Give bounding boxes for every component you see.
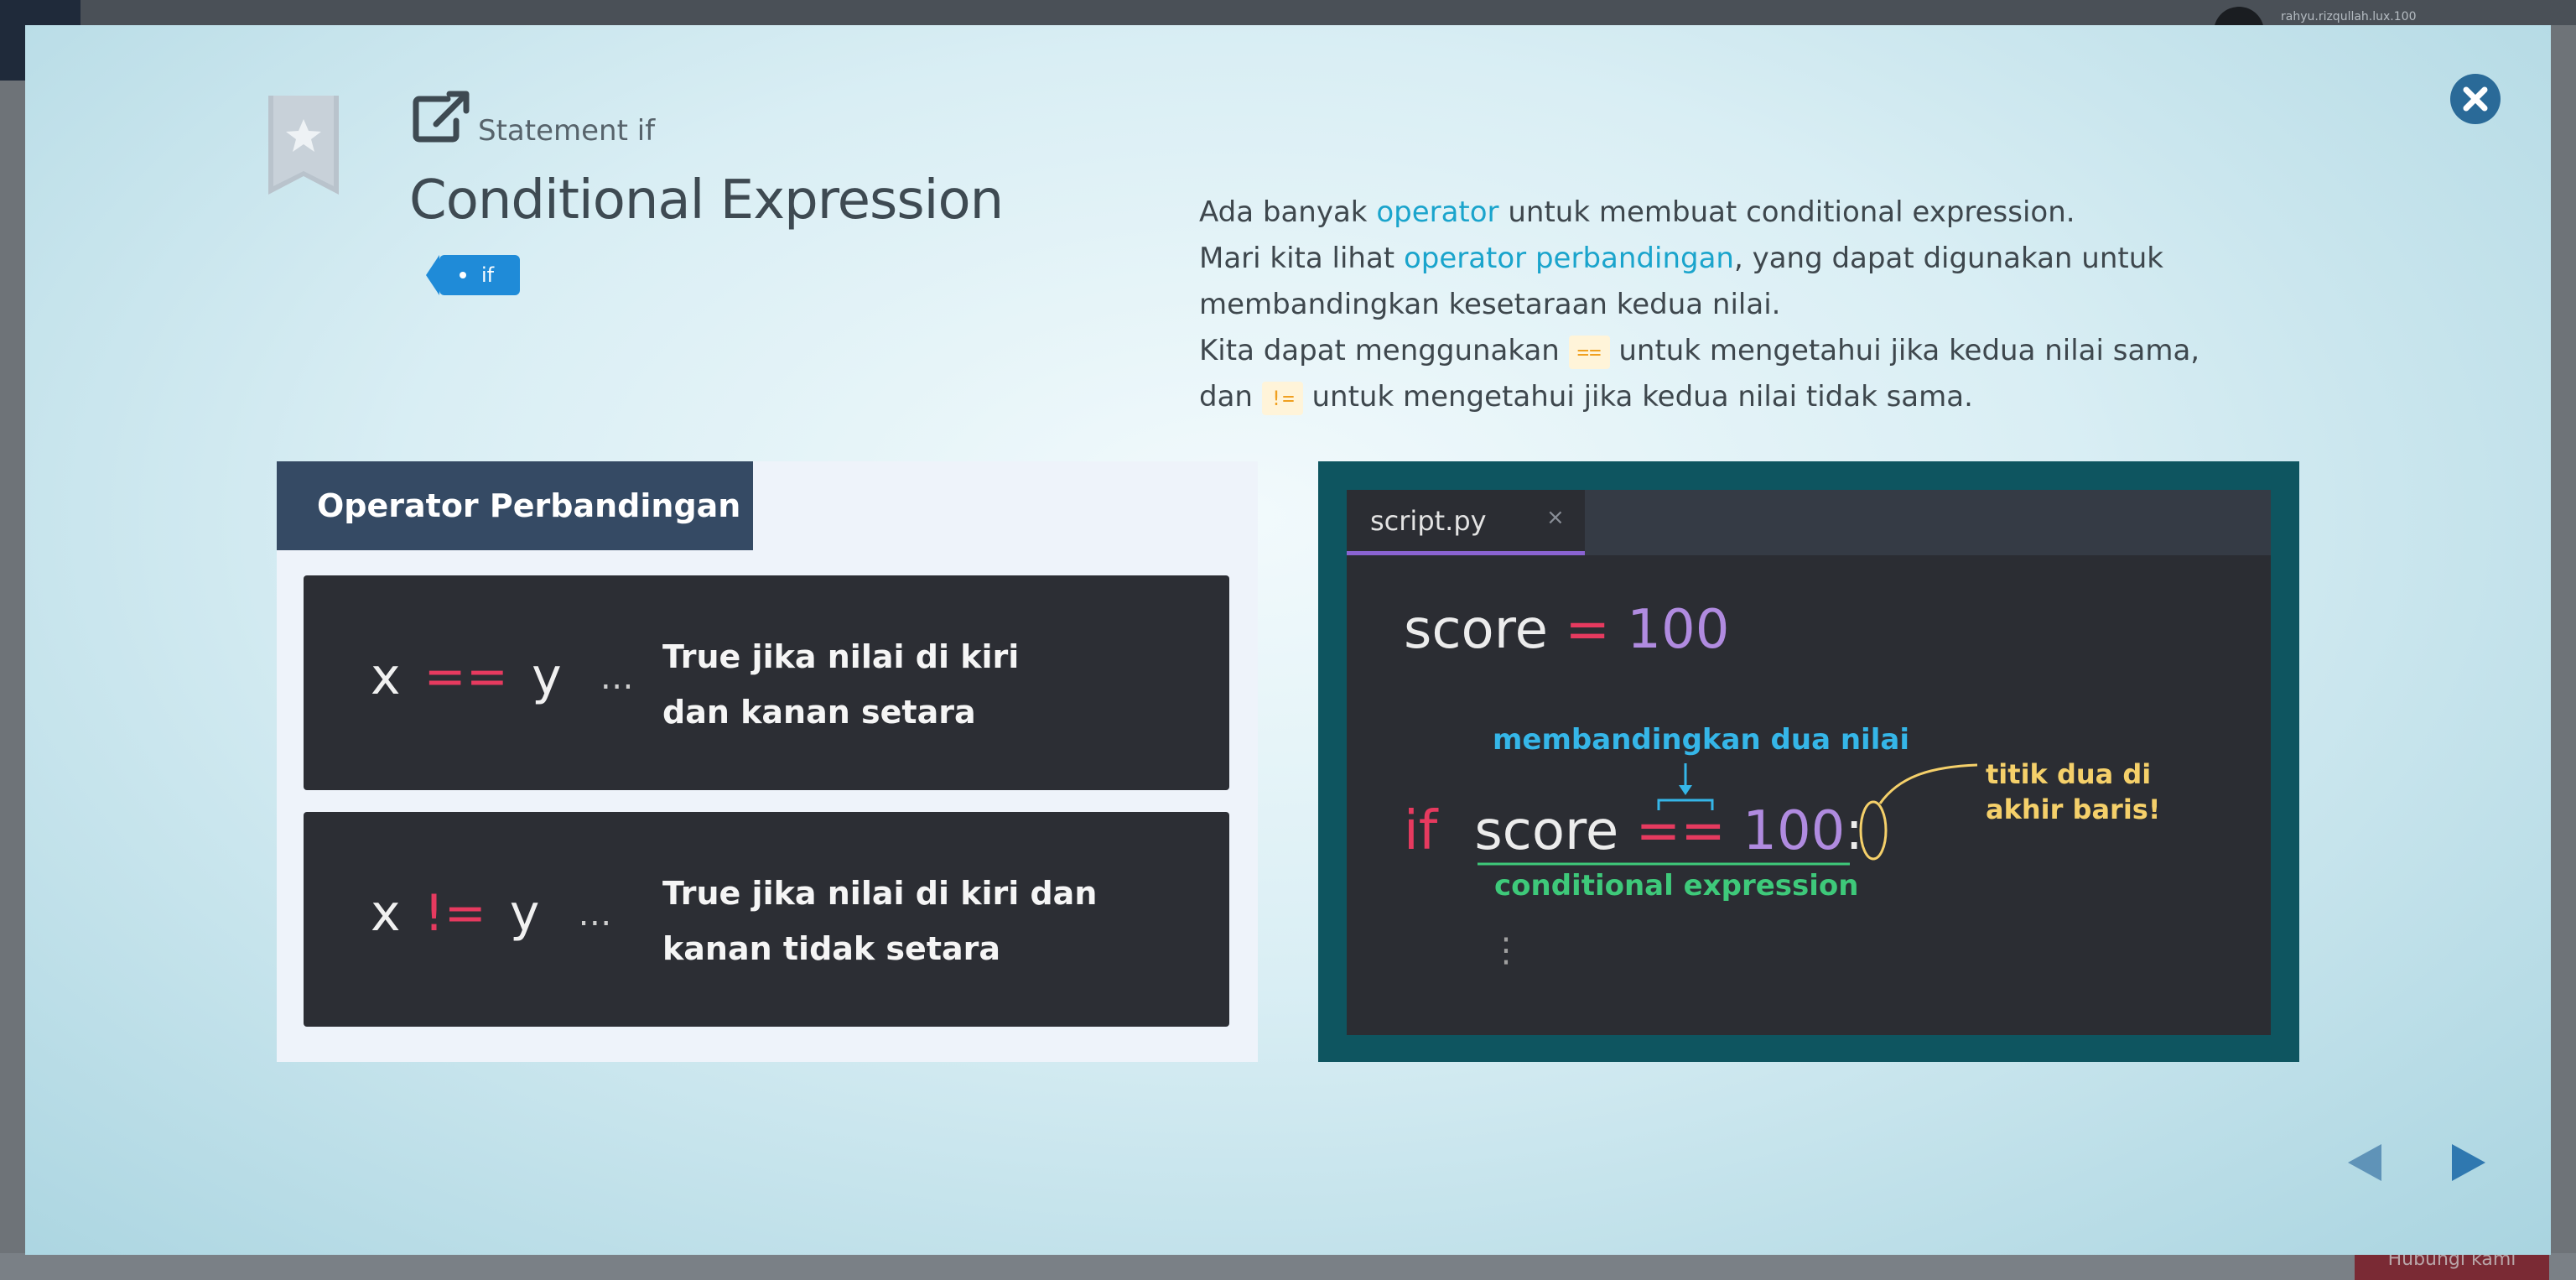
inline-code-not-equal: != bbox=[1261, 381, 1303, 415]
text: dan bbox=[1199, 380, 1262, 414]
lesson-subtitle: Statement if bbox=[478, 114, 656, 148]
operator-link[interactable]: operator bbox=[1376, 195, 1498, 229]
close-icon bbox=[2463, 86, 2488, 112]
operator-panel: Operator Perbandingan x == y … True jika ni… bbox=[277, 461, 1258, 1062]
annotation-curve bbox=[1878, 763, 1978, 804]
operator-symbol: == bbox=[423, 648, 509, 706]
operator-symbol: != bbox=[423, 884, 486, 943]
text: Ada banyak bbox=[1199, 195, 1377, 229]
description-line: Ada banyak operator untuk membuat condit… bbox=[1199, 190, 2289, 236]
operator-description-line: True jika nilai di kiri bbox=[662, 638, 1020, 675]
background-username: rahyu.rizqullah.lux.100 bbox=[2281, 10, 2417, 23]
triangle-right-icon bbox=[2452, 1144, 2485, 1181]
triangle-left-icon bbox=[2348, 1144, 2381, 1181]
slide-modal: Statement if Conditional Expression if A… bbox=[25, 25, 2551, 1255]
operand-right: y bbox=[509, 884, 540, 943]
topic-tag[interactable]: if bbox=[426, 255, 520, 295]
text: untuk mengetahui jika kedua nilai sama, bbox=[1609, 334, 2200, 367]
background-topbar bbox=[0, 0, 2576, 25]
bookmark-icon[interactable] bbox=[268, 96, 339, 196]
operator-card-equal: x == y … True jika nilai di kiri dan kanan … bbox=[304, 575, 1229, 790]
operator-description-line: dan kanan setara bbox=[662, 694, 976, 731]
external-link-icon[interactable] bbox=[411, 91, 471, 143]
text: untuk mengetahui jika kedua nilai tidak … bbox=[1302, 380, 1973, 414]
operator-description-line: kanan tidak setara bbox=[662, 930, 1001, 967]
next-slide-button[interactable] bbox=[2442, 1137, 2492, 1188]
description-line: dan != untuk mengetahui jika kedua nilai… bbox=[1199, 374, 2289, 420]
inline-code-equal: == bbox=[1568, 335, 1610, 369]
text: Kita dapat menggunakan bbox=[1199, 334, 1569, 367]
comparison-operator-link[interactable]: operator perbandingan bbox=[1404, 242, 1734, 275]
close-button[interactable] bbox=[2450, 74, 2501, 124]
operand-left: x bbox=[371, 648, 401, 706]
operator-panel-header: Operator Perbandingan bbox=[277, 461, 753, 550]
tag-dot-icon bbox=[460, 272, 466, 278]
annotation-arrowhead bbox=[1679, 785, 1692, 795]
operand-left: x bbox=[371, 884, 401, 943]
code-illustration: script.py × score = 100 membandingkan du… bbox=[1318, 461, 2299, 1062]
description-line: Mari kita lihat operator perbandingan, y… bbox=[1199, 236, 2289, 328]
text: Mari kita lihat bbox=[1199, 242, 1404, 275]
ellipsis: … bbox=[600, 658, 634, 697]
background-bottom-bar bbox=[0, 1253, 2576, 1280]
annotation-bracket bbox=[1657, 799, 1714, 810]
annotation-marks bbox=[1478, 763, 1978, 866]
ellipsis: … bbox=[578, 895, 612, 934]
tag-label: if bbox=[481, 263, 495, 287]
operator-expression: x != y … bbox=[371, 884, 611, 943]
annotation-circle bbox=[1859, 800, 1888, 861]
operand-right: y bbox=[532, 648, 562, 706]
page-title: Conditional Expression bbox=[409, 169, 1004, 232]
text: untuk membuat conditional expression. bbox=[1498, 195, 2075, 229]
operator-expression: x == y … bbox=[371, 648, 634, 706]
operator-description: True jika nilai di kiri dan kanan setara bbox=[662, 629, 1199, 740]
code-editor: script.py × score = 100 membandingkan du… bbox=[1347, 490, 2271, 1035]
previous-slide-button[interactable] bbox=[2341, 1137, 2392, 1188]
description: Ada banyak operator untuk membuat condit… bbox=[1199, 190, 2289, 420]
description-line: Kita dapat menggunakan == untuk mengetah… bbox=[1199, 328, 2289, 374]
operator-description: True jika nilai di kiri dan kanan tidak … bbox=[662, 866, 1199, 976]
operator-description-line: True jika nilai di kiri dan bbox=[662, 875, 1098, 912]
operator-card-not-equal: x != y … True jika nilai di kiri dan kanan … bbox=[304, 812, 1229, 1027]
